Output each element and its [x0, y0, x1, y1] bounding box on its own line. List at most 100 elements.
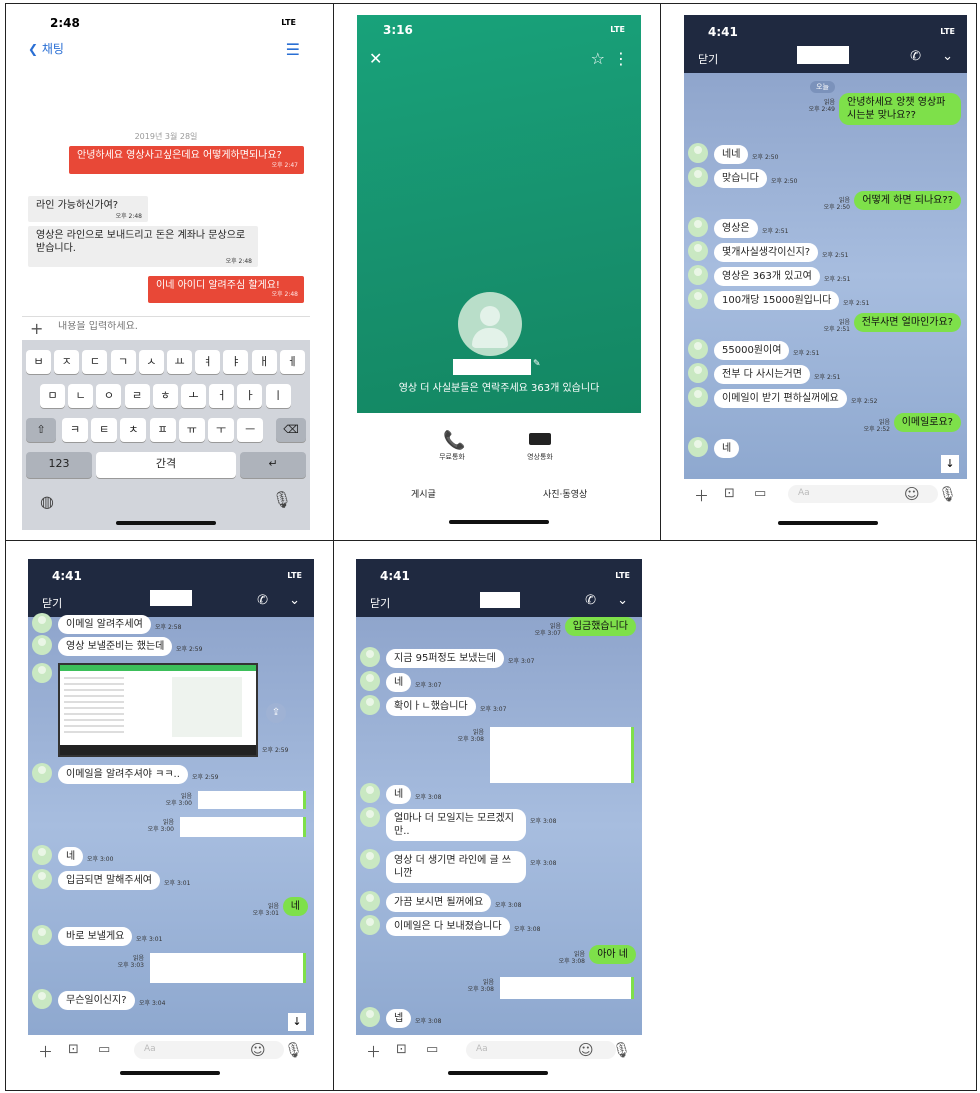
- avatar[interactable]: [360, 915, 380, 935]
- back-button[interactable]: ❮ 채팅: [28, 40, 64, 57]
- avatar[interactable]: [360, 647, 380, 667]
- keyboard-key[interactable]: ㅔ: [279, 350, 305, 374]
- keyboard-key[interactable]: ㅏ: [237, 384, 263, 408]
- keyboard-key[interactable]: ㅈ: [54, 350, 80, 374]
- keyboard-key[interactable]: ㅁ: [40, 384, 65, 408]
- scroll-down-icon[interactable]: ↓: [288, 1013, 306, 1031]
- keyboard-key[interactable]: ㅠ: [178, 418, 205, 442]
- tab-posts[interactable]: 게시글: [411, 487, 436, 500]
- avatar[interactable]: [360, 783, 380, 803]
- keyboard-key[interactable]: ㅇ: [96, 384, 122, 408]
- emoji-icon[interactable]: ☺: [250, 1041, 266, 1059]
- avatar[interactable]: [688, 437, 708, 457]
- avatar[interactable]: [32, 989, 52, 1009]
- phone-icon[interactable]: ✆: [910, 49, 921, 64]
- keyboard-key[interactable]: ㅌ: [91, 418, 118, 442]
- phone-icon[interactable]: 📞: [443, 430, 465, 451]
- avatar[interactable]: [360, 695, 380, 715]
- share-icon[interactable]: ⇪: [266, 703, 286, 723]
- avatar[interactable]: [32, 763, 52, 783]
- globe-icon[interactable]: ◍: [40, 492, 54, 511]
- keyboard-key[interactable]: ㅜ: [208, 418, 234, 442]
- video-icon[interactable]: [529, 433, 551, 445]
- image-icon[interactable]: ▭: [754, 486, 766, 501]
- keyboard-key[interactable]: ㅐ: [251, 350, 277, 374]
- avatar[interactable]: [688, 363, 708, 383]
- shift-key[interactable]: ⇧: [26, 418, 56, 442]
- image-icon[interactable]: ▭: [426, 1042, 438, 1057]
- chevron-down-icon[interactable]: ⌄: [942, 49, 953, 64]
- microphone-icon[interactable]: 🎙: [284, 1041, 303, 1059]
- avatar[interactable]: [688, 143, 708, 163]
- avatar[interactable]: [32, 869, 52, 889]
- avatar[interactable]: [688, 387, 708, 407]
- camera-icon[interactable]: ⊡: [724, 486, 735, 501]
- plus-icon[interactable]: +: [30, 319, 43, 338]
- keyboard-key[interactable]: ㅍ: [149, 418, 176, 442]
- avatar[interactable]: [32, 925, 52, 945]
- screenshot-image[interactable]: [58, 663, 258, 757]
- emoji-icon[interactable]: ☺: [904, 485, 920, 503]
- avatar[interactable]: [32, 845, 52, 865]
- plus-icon[interactable]: ＋: [694, 485, 709, 506]
- avatar[interactable]: [688, 339, 708, 359]
- avatar[interactable]: [360, 807, 380, 827]
- camera-icon[interactable]: ⊡: [68, 1042, 79, 1057]
- chevron-down-icon[interactable]: ⌄: [289, 593, 300, 608]
- keyboard-key[interactable]: ㅣ: [265, 384, 291, 408]
- close-button[interactable]: 닫기: [370, 595, 390, 611]
- keyboard-key[interactable]: ㄱ: [110, 350, 136, 374]
- space-key[interactable]: 간격: [96, 452, 236, 478]
- star-icon[interactable]: ☆: [591, 49, 605, 68]
- keyboard-key[interactable]: ㅎ: [152, 384, 178, 408]
- phone-icon[interactable]: ✆: [257, 593, 268, 608]
- keyboard-key[interactable]: ㅑ: [223, 350, 249, 374]
- avatar[interactable]: [458, 292, 522, 356]
- numbers-key[interactable]: 123: [26, 452, 92, 478]
- avatar[interactable]: [688, 265, 708, 285]
- microphone-icon[interactable]: 🎙: [612, 1041, 631, 1059]
- avatar[interactable]: [32, 635, 52, 655]
- avatar[interactable]: [32, 613, 52, 633]
- keyboard-key[interactable]: ㅋ: [62, 418, 88, 442]
- scroll-down-icon[interactable]: ↓: [941, 455, 959, 473]
- microphone-icon[interactable]: 🎙: [938, 485, 957, 503]
- keyboard-key[interactable]: ㅅ: [138, 350, 164, 374]
- avatar[interactable]: [360, 849, 380, 869]
- more-icon[interactable]: ⋮: [613, 49, 629, 68]
- keyboard-key[interactable]: ㅛ: [167, 350, 192, 374]
- plus-icon[interactable]: ＋: [38, 1041, 53, 1062]
- edit-icon[interactable]: ✎: [533, 359, 541, 369]
- keyboard-key[interactable]: ㅗ: [181, 384, 206, 408]
- close-icon[interactable]: ✕: [369, 49, 382, 68]
- tab-photos-videos[interactable]: 사진·동영상: [543, 487, 587, 500]
- menu-icon[interactable]: ☰: [286, 40, 300, 59]
- avatar[interactable]: [360, 1007, 380, 1027]
- image-icon[interactable]: ▭: [98, 1042, 110, 1057]
- phone-icon[interactable]: ✆: [585, 593, 596, 608]
- keyboard-key[interactable]: ㅊ: [120, 418, 147, 442]
- backspace-key[interactable]: ⌫: [276, 418, 306, 442]
- avatar[interactable]: [360, 671, 380, 691]
- avatar[interactable]: [688, 241, 708, 261]
- camera-icon[interactable]: ⊡: [396, 1042, 407, 1057]
- return-key[interactable]: ↵: [240, 452, 306, 478]
- avatar[interactable]: [32, 663, 52, 683]
- emoji-icon[interactable]: ☺: [578, 1041, 594, 1059]
- close-button[interactable]: 닫기: [698, 51, 718, 67]
- avatar[interactable]: [360, 891, 380, 911]
- message-input[interactable]: [58, 321, 258, 332]
- keyboard-key[interactable]: ㅡ: [237, 418, 264, 442]
- microphone-icon[interactable]: 🎙: [272, 490, 292, 509]
- keyboard-key[interactable]: ㅓ: [209, 384, 235, 408]
- avatar[interactable]: [688, 167, 708, 187]
- plus-icon[interactable]: ＋: [366, 1041, 381, 1062]
- keyboard-key[interactable]: ㄷ: [82, 350, 108, 374]
- keyboard-key[interactable]: ㅕ: [195, 350, 221, 374]
- keyboard-key[interactable]: ㅂ: [26, 350, 51, 374]
- keyboard-key[interactable]: ㄹ: [124, 384, 150, 408]
- avatar[interactable]: [688, 217, 708, 237]
- close-button[interactable]: 닫기: [42, 595, 62, 611]
- keyboard-key[interactable]: ㄴ: [68, 384, 94, 408]
- avatar[interactable]: [688, 289, 708, 309]
